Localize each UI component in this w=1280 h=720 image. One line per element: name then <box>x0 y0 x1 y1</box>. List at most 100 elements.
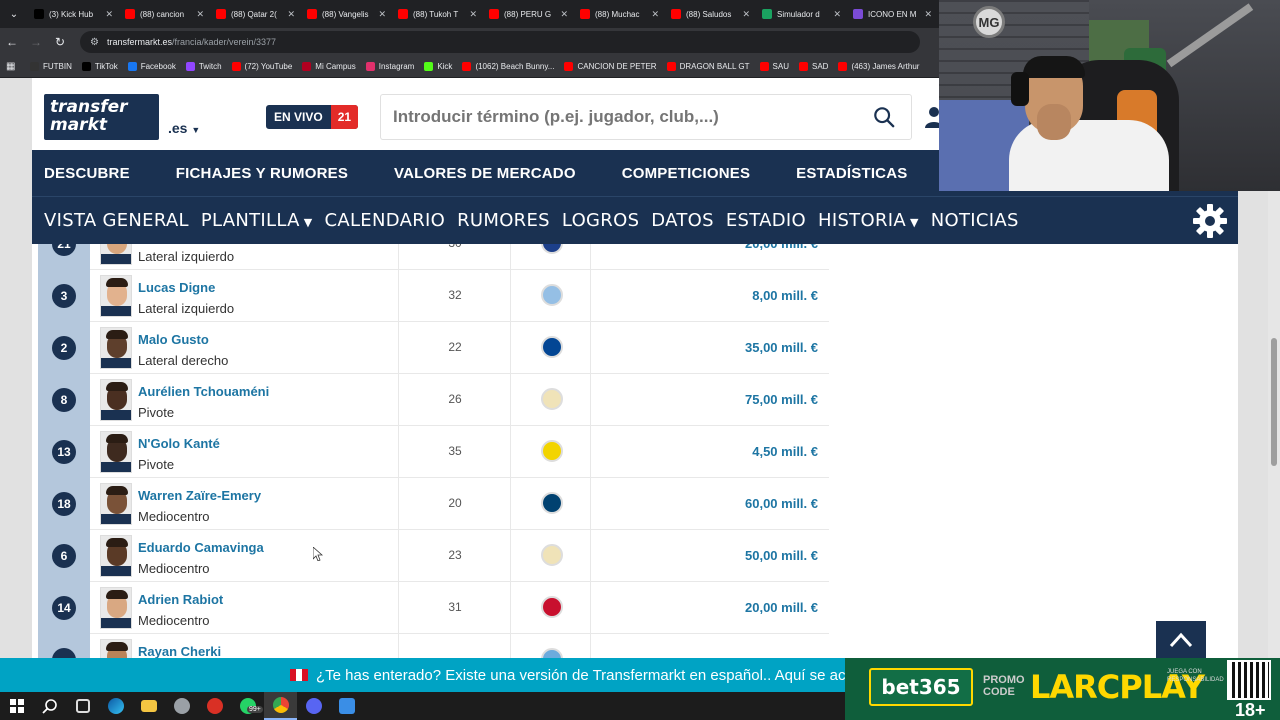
sub-nav-item[interactable]: ESTADIO <box>726 210 806 231</box>
player-name-link[interactable]: Eduardo Camavinga <box>138 540 264 555</box>
live-button[interactable]: EN VIVO 21 <box>266 105 359 129</box>
whatsapp-icon[interactable]: 99+ <box>231 692 264 720</box>
sub-nav-item[interactable]: NOTICIAS <box>931 210 1019 231</box>
club-crest-icon[interactable] <box>541 388 563 410</box>
player-photo[interactable] <box>100 327 132 369</box>
club-crest-icon[interactable] <box>541 336 563 358</box>
market-value-link[interactable]: 4,50 mill. € <box>598 444 818 459</box>
player-photo[interactable] <box>100 379 132 421</box>
transfermarkt-logo[interactable]: transfer markt <box>44 94 159 140</box>
main-nav-item[interactable]: ESTADÍSTICAS <box>796 165 907 182</box>
bookmark-item[interactable]: Mi Campus <box>302 62 356 71</box>
sub-nav-item[interactable]: DATOS <box>651 210 714 231</box>
sub-nav-item[interactable]: VISTA GENERAL <box>44 210 189 231</box>
player-photo[interactable] <box>100 535 132 577</box>
tab-close-icon[interactable]: ✕ <box>651 9 659 20</box>
tab-close-icon[interactable]: ✕ <box>287 9 295 20</box>
app-icon-3[interactable] <box>330 692 363 720</box>
player-name-link[interactable]: Aurélien Tchouaméni <box>138 384 269 399</box>
sub-nav-item[interactable]: LOGROS <box>562 210 639 231</box>
scroll-to-top-button[interactable] <box>1156 621 1206 658</box>
player-name-link[interactable]: Lucas Digne <box>138 280 215 295</box>
player-photo[interactable] <box>100 587 132 629</box>
edge-icon[interactable] <box>99 692 132 720</box>
club-crest-icon[interactable] <box>541 596 563 618</box>
discord-icon[interactable] <box>297 692 330 720</box>
tab-close-icon[interactable]: ✕ <box>378 9 386 20</box>
windows-start-icon[interactable] <box>0 692 33 720</box>
main-nav-item[interactable]: FICHAJES Y RUMORES <box>176 165 348 182</box>
taskbar-search-icon[interactable] <box>33 692 66 720</box>
search-icon[interactable] <box>873 106 895 128</box>
market-value-link[interactable]: 75,00 mill. € <box>598 392 818 407</box>
forward-icon[interactable]: → <box>24 35 48 49</box>
bookmark-item[interactable]: Instagram <box>365 62 414 71</box>
browser-tab[interactable]: (3) Kick Hub ✕ <box>28 0 119 28</box>
tab-close-icon[interactable]: ✕ <box>924 9 932 20</box>
market-value-link[interactable]: 20,00 mill. € <box>598 244 818 251</box>
browser-tab[interactable]: ICONO EN M ✕ <box>847 0 938 28</box>
sub-nav-item[interactable]: CALENDARIO <box>325 210 446 231</box>
browser-tab[interactable]: (88) Qatar 2(✕ <box>210 0 301 28</box>
club-crest-icon[interactable] <box>541 440 563 462</box>
tab-close-icon[interactable]: ✕ <box>196 9 204 20</box>
market-value-link[interactable]: 50,00 mill. € <box>598 548 818 563</box>
bookmark-item[interactable]: Twitch <box>185 62 222 71</box>
browser-tab[interactable]: (88) Vangelis ✕ <box>301 0 392 28</box>
url-bar[interactable]: ⚙ transfermarkt.es /francia/kader/verein… <box>80 31 920 53</box>
market-value-link[interactable]: 8,00 mill. € <box>598 288 818 303</box>
tab-close-icon[interactable]: ✕ <box>105 9 113 20</box>
scrollbar-thumb[interactable] <box>1271 338 1277 466</box>
tab-close-icon[interactable]: ✕ <box>833 9 841 20</box>
club-crest-icon[interactable] <box>541 648 563 658</box>
bookmark-item[interactable]: SAD <box>798 62 828 71</box>
file-explorer-icon[interactable] <box>132 692 165 720</box>
browser-tab[interactable]: (88) Saludos ✕ <box>665 0 756 28</box>
browser-tab[interactable]: Simulador d ✕ <box>756 0 847 28</box>
tab-close-icon[interactable]: ✕ <box>469 9 477 20</box>
gear-icon[interactable] <box>1192 203 1228 239</box>
player-name-link[interactable]: Rayan Cherki <box>138 644 221 658</box>
bookmark-item[interactable]: (463) James Arthur <box>838 62 919 71</box>
search-input[interactable] <box>393 107 853 127</box>
tab-close-icon[interactable]: ✕ <box>742 9 750 20</box>
main-nav-item[interactable]: VALORES DE MERCADO <box>394 165 576 182</box>
tab-search-icon[interactable]: ⌄ <box>0 0 28 28</box>
app-icon-1[interactable] <box>165 692 198 720</box>
player-name-link[interactable]: N'Golo Kanté <box>138 436 220 451</box>
bookmark-item[interactable]: Facebook <box>127 62 176 71</box>
main-nav-item[interactable]: DESCUBRE <box>44 165 130 182</box>
bookmark-item[interactable]: (72) YouTube <box>231 62 292 71</box>
locale-selector[interactable]: .es ▼ <box>168 120 200 136</box>
club-crest-icon[interactable] <box>541 544 563 566</box>
chrome-icon[interactable] <box>264 692 297 720</box>
bookmark-item[interactable]: Kick <box>424 62 452 71</box>
bookmark-item[interactable]: (1062) Beach Bunny... <box>462 62 554 71</box>
tab-close-icon[interactable]: ✕ <box>560 9 568 20</box>
main-nav-item[interactable]: COMPETICIONES <box>622 165 750 182</box>
task-view-icon[interactable] <box>66 692 99 720</box>
app-icon-2[interactable] <box>198 692 231 720</box>
browser-tab[interactable]: (88) Muchac ✕ <box>574 0 665 28</box>
browser-tab[interactable]: (88) Tukoh T ✕ <box>392 0 483 28</box>
bookmark-item[interactable]: FUTBIN <box>30 62 72 71</box>
browser-tab[interactable]: (88) cancion ✕ <box>119 0 210 28</box>
sub-nav-item[interactable]: RUMORES <box>457 210 550 231</box>
market-value-link[interactable]: 35,00 mill. € <box>598 340 818 355</box>
player-photo[interactable] <box>100 275 132 317</box>
sub-nav-item[interactable]: HISTORIA ▼ <box>818 210 919 231</box>
club-crest-icon[interactable] <box>541 492 563 514</box>
site-info-icon[interactable]: ⚙ <box>90 37 99 48</box>
player-name-link[interactable]: Adrien Rabiot <box>138 592 223 607</box>
apps-grid-icon[interactable]: ▦ <box>6 61 30 72</box>
bookmark-item[interactable]: SAU <box>759 62 789 71</box>
bookmark-item[interactable]: TikTok <box>81 62 118 71</box>
sub-nav-item[interactable]: PLANTILLA ▼ <box>201 210 313 231</box>
player-photo[interactable] <box>100 483 132 525</box>
bookmark-item[interactable]: CANCION DE PETER <box>564 62 657 71</box>
bookmark-item[interactable]: DRAGON BALL GT <box>666 62 750 71</box>
market-value-link[interactable]: 20,00 mill. € <box>598 600 818 615</box>
back-icon[interactable]: ← <box>0 35 24 49</box>
club-crest-icon[interactable] <box>541 244 563 254</box>
player-photo[interactable] <box>100 431 132 473</box>
